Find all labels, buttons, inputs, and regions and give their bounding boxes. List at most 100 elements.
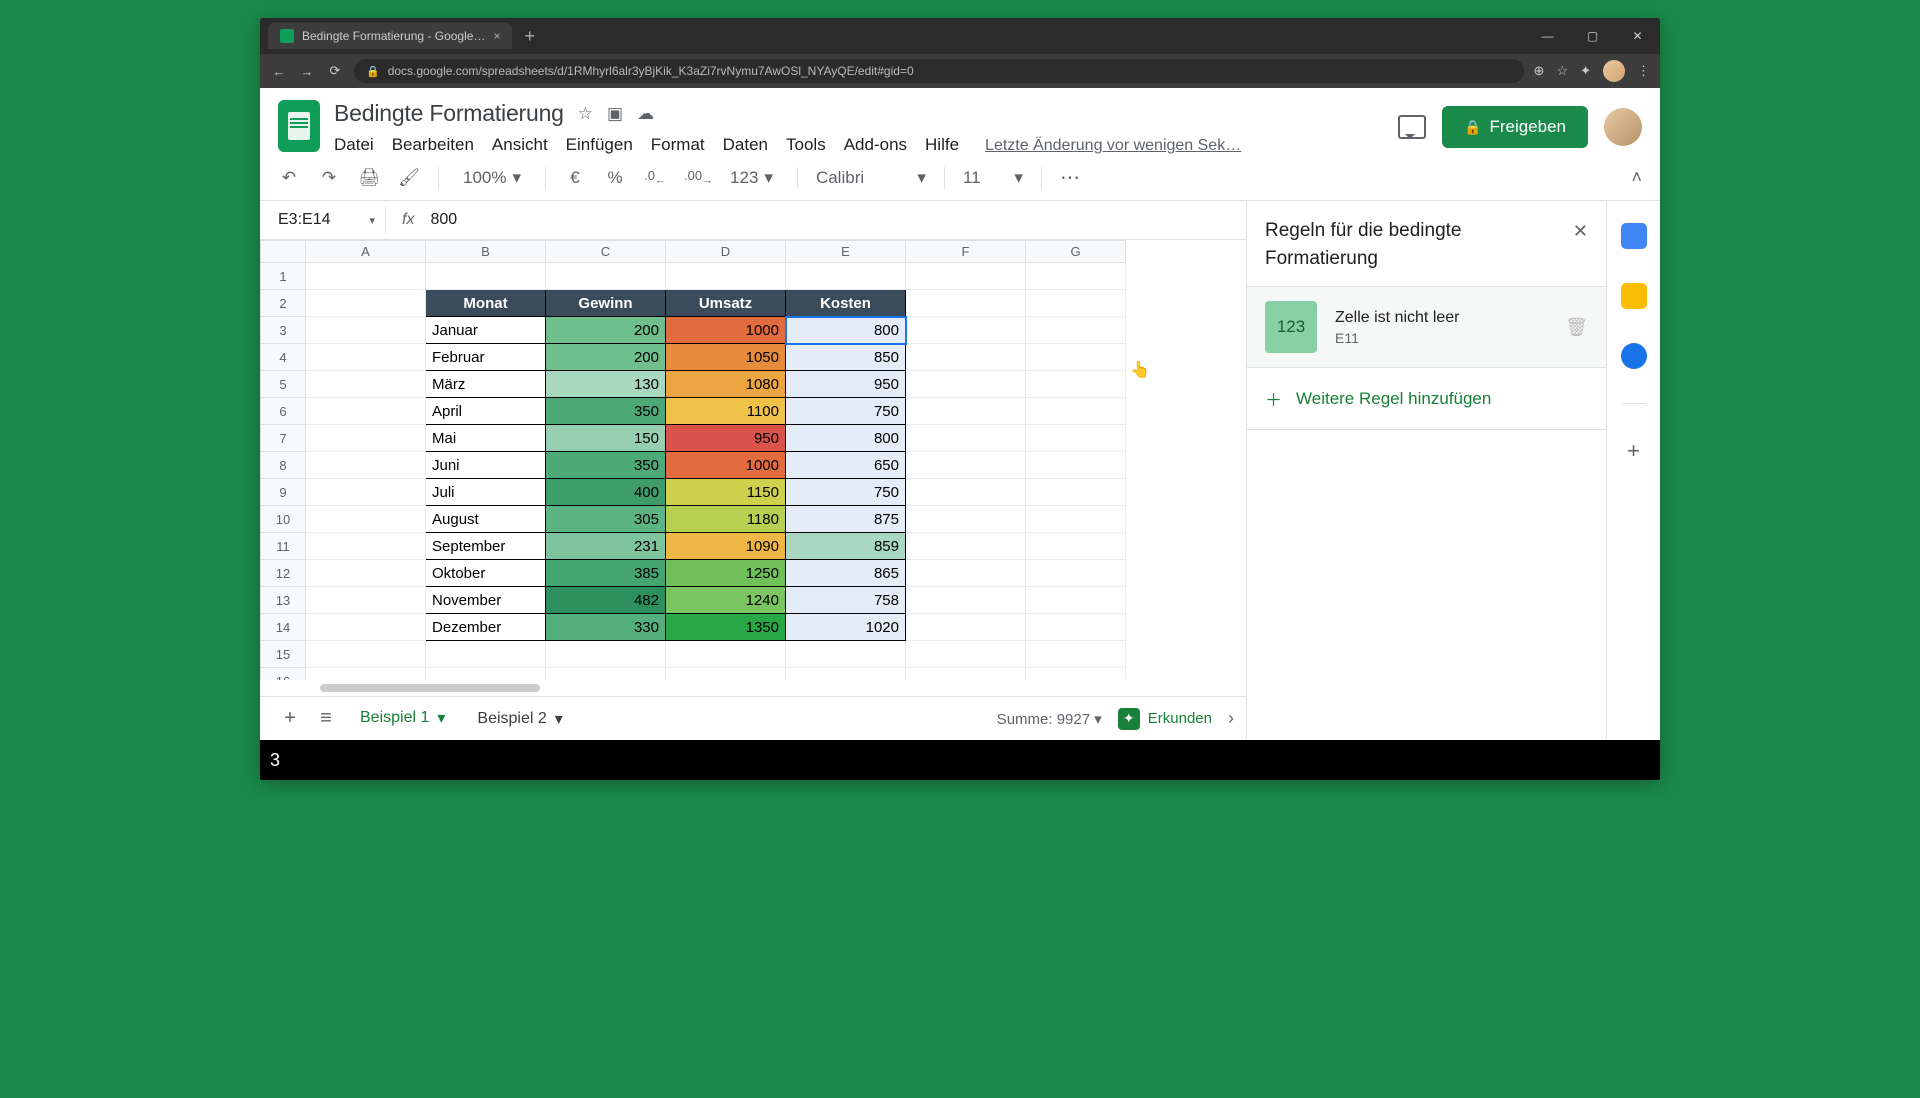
cell[interactable] [306,371,426,398]
cell[interactable] [306,398,426,425]
menu-view[interactable]: Ansicht [492,135,548,155]
menu-file[interactable]: Datei [334,135,374,155]
star-icon[interactable]: ☆ [578,104,593,124]
cell-kosten[interactable]: 859 [786,533,906,560]
url-field[interactable]: 🔒 docs.google.com/spreadsheets/d/1RMhyrl… [354,59,1524,83]
sheet-tab-2[interactable]: Beispiel 2 ▾ [461,701,578,737]
cell-umsatz[interactable]: 1240 [666,587,786,614]
cell[interactable] [906,425,1026,452]
nav-back-icon[interactable]: ← [270,64,288,79]
cell-gewinn[interactable]: 330 [546,614,666,641]
number-format-select[interactable]: 123 ▾ [724,168,779,188]
cell-gewinn[interactable]: 200 [546,344,666,371]
sheet-tab-1[interactable]: Beispiel 1 ▾ [344,700,461,738]
cell[interactable] [306,344,426,371]
share-button[interactable]: 🔒 Freigeben [1442,106,1588,148]
cell-umsatz[interactable]: 1000 [666,317,786,344]
new-tab-button[interactable]: + [512,26,547,47]
cell-gewinn[interactable]: 385 [546,560,666,587]
format-percent-button[interactable]: % [604,168,626,188]
cell[interactable] [426,263,546,290]
cell-kosten[interactable]: 750 [786,398,906,425]
cell[interactable] [1026,641,1126,668]
cf-add-rule-button[interactable]: ＋ Weitere Regel hinzufügen [1247,368,1606,430]
cell[interactable] [306,533,426,560]
cell-monat[interactable]: Oktober [426,560,546,587]
cell-kosten[interactable]: 750 [786,479,906,506]
cell[interactable] [906,479,1026,506]
header-gewinn[interactable]: Gewinn [546,290,666,317]
cf-close-icon[interactable]: ✕ [1573,221,1588,242]
cell[interactable] [546,263,666,290]
row-header-9[interactable]: 9 [261,479,306,506]
cell-umsatz[interactable]: 1050 [666,344,786,371]
cell[interactable] [906,263,1026,290]
cell-kosten[interactable]: 1020 [786,614,906,641]
cell[interactable] [666,263,786,290]
cell-kosten[interactable]: 800 [786,425,906,452]
tasks-addon-icon[interactable] [1621,343,1647,369]
cell[interactable] [1026,506,1126,533]
cell[interactable] [906,533,1026,560]
cell-monat[interactable]: Juni [426,452,546,479]
cell[interactable] [1026,344,1126,371]
row-header-1[interactable]: 1 [261,263,306,290]
cell-kosten[interactable]: 800 [786,317,906,344]
col-header-A[interactable]: A [306,241,426,263]
col-header-D[interactable]: D [666,241,786,263]
cell[interactable] [546,641,666,668]
cell-monat[interactable]: März [426,371,546,398]
cell-umsatz[interactable]: 1150 [666,479,786,506]
calendar-addon-icon[interactable] [1621,223,1647,249]
cell[interactable] [906,506,1026,533]
cell[interactable] [1026,668,1126,681]
browser-menu-icon[interactable]: ⋮ [1637,63,1650,79]
cell-monat[interactable]: August [426,506,546,533]
cell[interactable] [906,398,1026,425]
cell[interactable] [786,641,906,668]
cell[interactable] [306,668,426,681]
row-header-3[interactable]: 3 [261,317,306,344]
cell[interactable] [906,290,1026,317]
menu-data[interactable]: Daten [723,135,768,155]
cell-umsatz[interactable]: 1350 [666,614,786,641]
cf-rule-item[interactable]: 123 Zelle ist nicht leer E11 🗑 [1247,286,1606,368]
row-header-2[interactable]: 2 [261,290,306,317]
cloud-status-icon[interactable]: ☁ [637,104,654,124]
cell[interactable] [1026,398,1126,425]
header-kosten[interactable]: Kosten [786,290,906,317]
get-addons-icon[interactable]: + [1627,438,1640,464]
window-close-button[interactable]: ✕ [1615,18,1660,54]
format-currency-button[interactable]: € [564,168,586,188]
cell[interactable] [306,506,426,533]
cell[interactable] [1026,452,1126,479]
cell-monat[interactable]: September [426,533,546,560]
header-monat[interactable]: Monat [426,290,546,317]
cell[interactable] [1026,371,1126,398]
menu-addons[interactable]: Add-ons [844,135,907,155]
formula-bar[interactable]: 800 [430,211,457,229]
bookmark-star-icon[interactable]: ☆ [1556,63,1568,79]
toolbar-collapse-icon[interactable]: ˄ [1631,167,1642,188]
move-folder-icon[interactable]: ▣ [607,104,623,124]
row-header-7[interactable]: 7 [261,425,306,452]
comments-icon[interactable] [1398,115,1426,139]
cell[interactable] [1026,614,1126,641]
cell[interactable] [906,371,1026,398]
cell-gewinn[interactable]: 482 [546,587,666,614]
keep-addon-icon[interactable] [1621,283,1647,309]
cell[interactable] [426,641,546,668]
cell-monat[interactable]: Februar [426,344,546,371]
browser-tab[interactable]: Bedingte Formatierung - Google… × [268,23,512,49]
cell[interactable] [306,587,426,614]
nav-reload-icon[interactable]: ⟳ [326,63,344,79]
cell[interactable] [306,263,426,290]
horizontal-scrollbar[interactable] [260,680,1246,696]
cell-kosten[interactable]: 865 [786,560,906,587]
cell-umsatz[interactable]: 1100 [666,398,786,425]
cell[interactable] [786,263,906,290]
cell-gewinn[interactable]: 350 [546,452,666,479]
cell[interactable] [1026,290,1126,317]
cell[interactable] [906,560,1026,587]
window-maximize-button[interactable]: ▢ [1570,18,1615,54]
